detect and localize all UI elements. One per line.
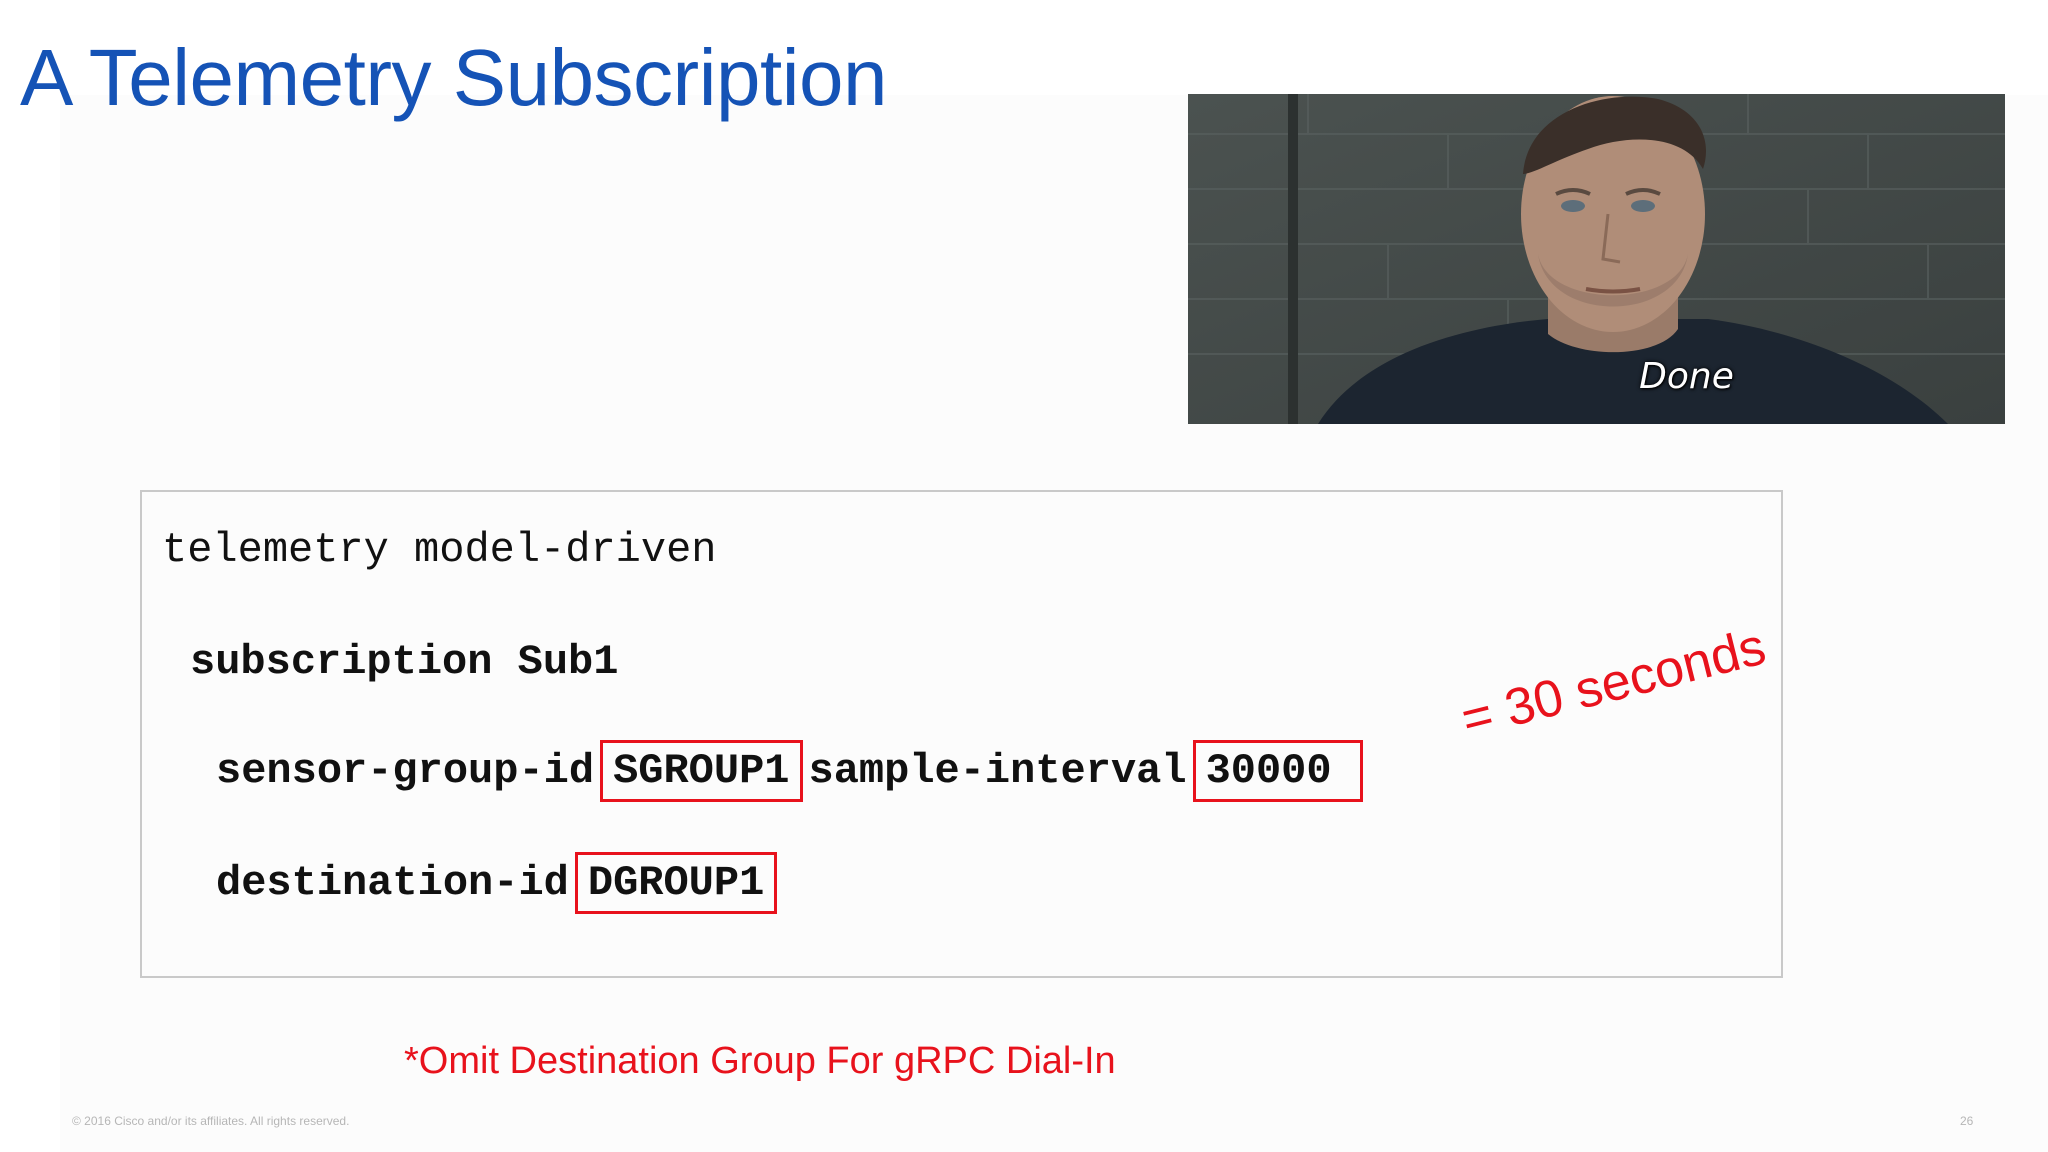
grpc-note: *Omit Destination Group For gRPC Dial-In [404, 1040, 1116, 1082]
destination-keyword: destination-id [216, 859, 569, 907]
page-number: 26 [1960, 1114, 1974, 1128]
done-reaction-image: Done [1188, 94, 2005, 424]
sample-interval-keyword: sample-interval [808, 747, 1187, 795]
code-line-subscription: subscription Sub1 [190, 638, 619, 686]
code-line-sensor-group: sensor-group-id SGROUP1 sample-interval 300… [216, 740, 1369, 802]
sensor-group-keyword: sensor-group-id [216, 747, 595, 795]
sensor-group-highlight: SGROUP1 [600, 740, 803, 802]
code-line-destination: destination-id DGROUP1 [216, 852, 783, 914]
sample-interval-highlight: 30000 [1192, 740, 1363, 802]
code-line-telemetry: telemetry model-driven [162, 526, 717, 574]
gif-caption: Done [1639, 356, 1734, 397]
destination-highlight: DGROUP1 [574, 852, 778, 914]
slide-title: A Telemetry Subscription [20, 33, 887, 122]
copyright-footer: © 2016 Cisco and/or its affiliates. All … [72, 1114, 350, 1128]
code-block: telemetry model-driven subscription Sub1… [140, 490, 1783, 978]
